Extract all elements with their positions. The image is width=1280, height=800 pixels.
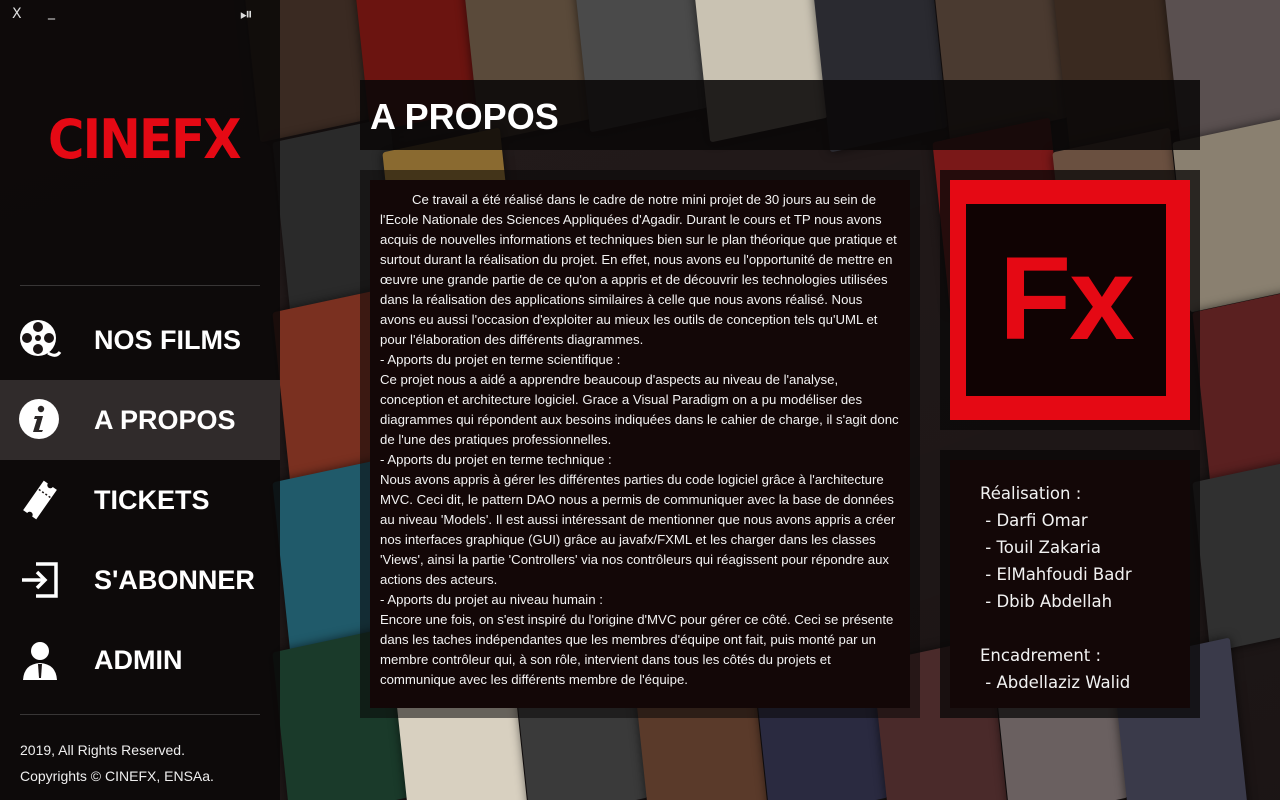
sidebar-item-label: ADMIN xyxy=(94,644,183,675)
credit-member: - Darfi Omar xyxy=(980,511,1088,530)
close-window-button[interactable]: X xyxy=(12,6,22,22)
fx-logo-text: Fx xyxy=(999,233,1135,365)
fx-logo-inner: Fx xyxy=(966,204,1166,396)
about-paragraph-intro: Ce travail a été réalisé dans le cadre d… xyxy=(380,192,897,347)
about-text: Ce travail a été réalisé dans le cadre d… xyxy=(370,180,910,708)
media-toggle-icon[interactable]: ⏯ xyxy=(240,4,253,24)
minimize-window-button[interactable]: _ xyxy=(48,4,55,20)
sidebar-item-label: TICKETS xyxy=(94,484,210,515)
page-header: A PROPOS xyxy=(360,80,1200,150)
page-title: A PROPOS xyxy=(370,96,559,137)
sidebar-item-tickets[interactable]: TICKETS xyxy=(0,460,280,540)
window-controls: X _ ⏯ xyxy=(12,4,267,30)
about-heading-scientific: - Apports du projet en terme scientifiqu… xyxy=(380,352,621,367)
credits-panel: Réalisation : - Darfi Omar - Touil Zakar… xyxy=(940,450,1200,718)
info-icon xyxy=(18,398,62,442)
credits-spacer xyxy=(980,615,1190,642)
sidebar-item-label: S'ABONNER xyxy=(94,564,255,595)
film-reel-icon xyxy=(18,318,62,362)
sidebar-divider-top xyxy=(20,285,260,286)
footer-copyright: Copyrights © CINEFX, ENSAa. xyxy=(20,768,214,784)
sidebar-item-label: A PROPOS xyxy=(94,404,236,435)
credit-member: - Dbib Abdellah xyxy=(980,592,1113,611)
about-paragraph-human: Encore une fois, on s'est inspiré du l'o… xyxy=(380,612,894,687)
about-heading-human: - Apports du projet au niveau humain : xyxy=(380,592,603,607)
sign-in-icon xyxy=(18,558,62,602)
sidebar-divider-bottom xyxy=(20,714,260,715)
footer-rights: 2019, All Rights Reserved. xyxy=(20,742,185,758)
sidebar-footer: 2019, All Rights Reserved. Copyrights © … xyxy=(20,737,214,789)
fx-logo-panel: Fx xyxy=(940,170,1200,430)
sidebar-item-label: NOS FILMS xyxy=(94,324,241,355)
sidebar-item-sabonner[interactable]: S'ABONNER xyxy=(0,540,280,620)
credit-supervisor: - Abdellaziz Walid xyxy=(980,673,1131,692)
about-heading-technical: - Apports du projet en terme technique : xyxy=(380,452,612,467)
sidebar-item-admin[interactable]: ADMIN xyxy=(0,620,280,700)
ticket-icon xyxy=(18,478,62,522)
credits-text: Réalisation : - Darfi Omar - Touil Zakar… xyxy=(950,460,1190,708)
credit-member: - Touil Zakaria xyxy=(980,538,1101,557)
about-paragraph-scientific: Ce projet nous a aidé a apprendre beauco… xyxy=(380,372,899,447)
admin-user-icon xyxy=(18,638,62,682)
about-paragraph-technical: Nous avons appris à gérer les différente… xyxy=(380,472,896,587)
encadrement-label: Encadrement : xyxy=(980,646,1102,665)
sidebar-item-a-propos[interactable]: A PROPOS xyxy=(0,380,280,460)
cinefx-logo: CINEFX xyxy=(48,108,242,171)
about-text-panel: Ce travail a été réalisé dans le cadre d… xyxy=(360,170,920,718)
sidebar-item-nos-films[interactable]: NOS FILMS xyxy=(0,300,280,380)
realisation-label: Réalisation : xyxy=(980,484,1082,503)
fx-logo-icon: Fx xyxy=(950,180,1190,420)
sidebar: X _ ⏯ CINEFX NOS FILMS A PROPOS TICKETS … xyxy=(0,0,280,800)
credit-member: - ElMahfoudi Badr xyxy=(980,565,1132,584)
